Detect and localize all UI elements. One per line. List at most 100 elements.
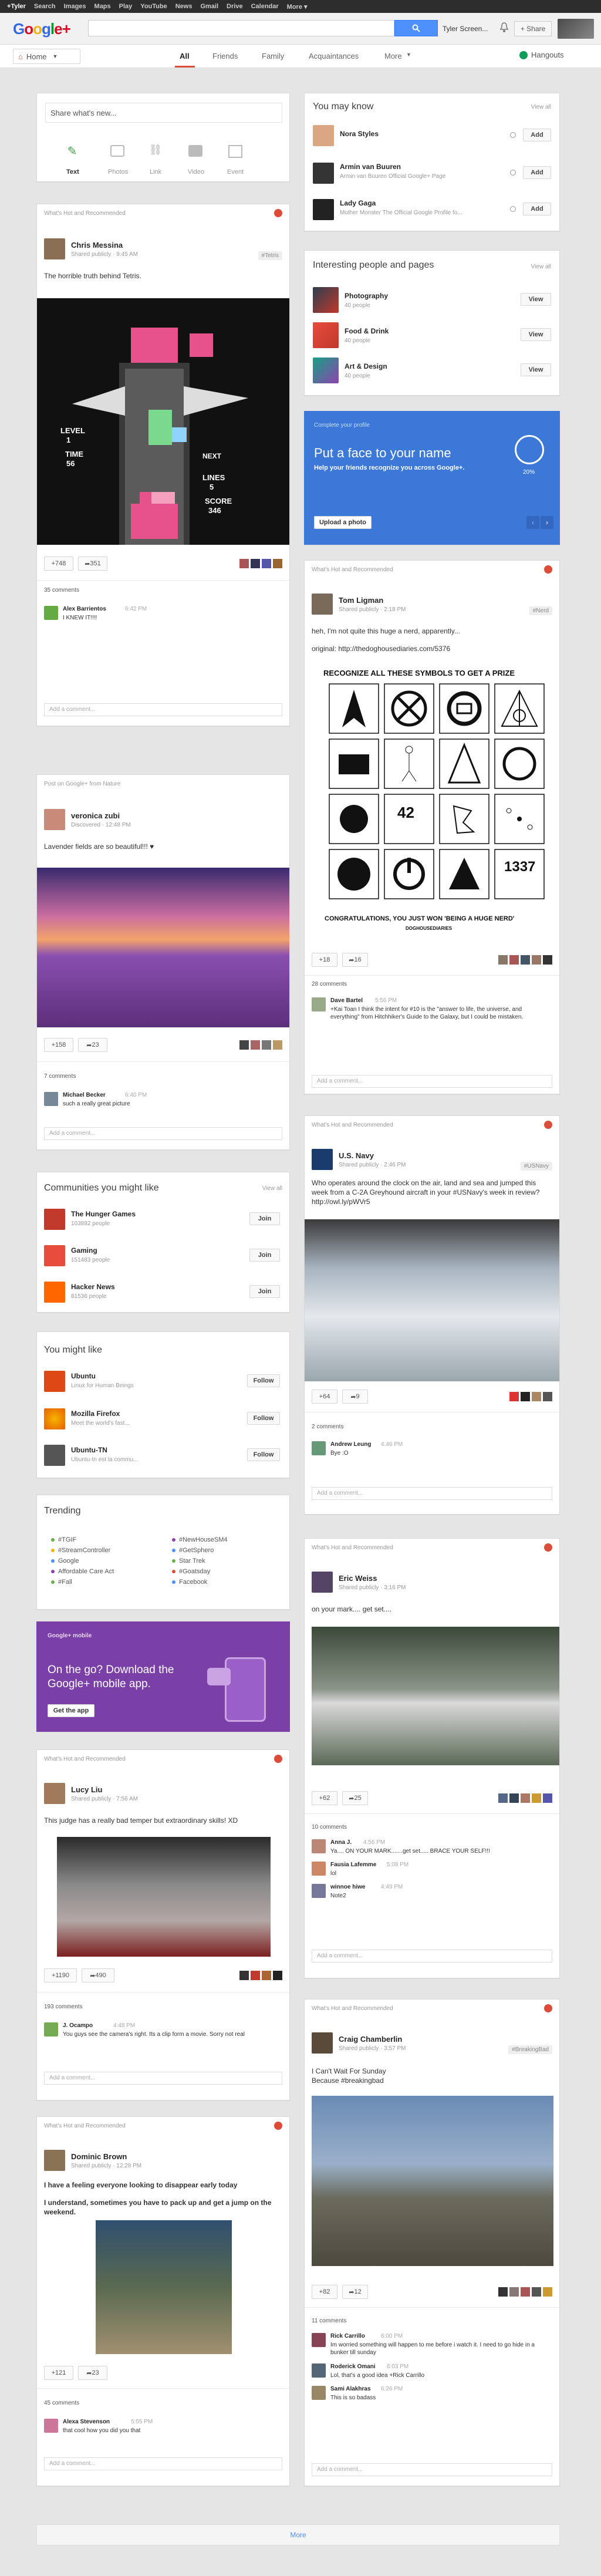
- comment-count[interactable]: 10 comments: [312, 1824, 347, 1830]
- pencil-icon[interactable]: ✎: [65, 144, 79, 158]
- avatar[interactable]: [312, 997, 326, 1011]
- tetris-image[interactable]: LEVEL 1 TIME 56 NEXT LINES 5 SCORE 346: [37, 298, 289, 545]
- reshare-button[interactable]: ➦ 16: [342, 953, 368, 967]
- view-button[interactable]: View: [521, 363, 551, 376]
- join-button[interactable]: Join: [249, 1249, 280, 1262]
- avatar[interactable]: [312, 594, 333, 615]
- hashtag[interactable]: #Tetris: [258, 251, 282, 260]
- search-button[interactable]: [394, 20, 438, 36]
- comment-count[interactable]: 2 comments: [312, 1424, 343, 1430]
- author-name[interactable]: Chris Messina: [71, 241, 123, 249]
- hangouts-button[interactable]: Hangouts: [519, 50, 564, 59]
- avatar[interactable]: [312, 2032, 333, 2054]
- avatar[interactable]: [313, 125, 334, 146]
- add-to-circles-button[interactable]: Add: [523, 203, 551, 215]
- hurdle-race-image[interactable]: [312, 1627, 559, 1765]
- trending-topic[interactable]: #NewHouseSM4: [172, 1536, 228, 1543]
- reshare-button[interactable]: ➦ 12: [342, 2285, 368, 2299]
- avatar[interactable]: [44, 1092, 58, 1106]
- share-action-event[interactable]: Event: [227, 168, 244, 176]
- avatar[interactable]: [44, 2150, 65, 2171]
- video-icon[interactable]: [188, 145, 202, 157]
- plus-one-button[interactable]: +82: [312, 2285, 337, 2299]
- dismiss-icon[interactable]: [510, 170, 516, 176]
- follow-button[interactable]: Follow: [247, 1448, 280, 1461]
- community-avatar[interactable]: [44, 1282, 65, 1303]
- comment-count[interactable]: 11 comments: [312, 2318, 346, 2324]
- author-name[interactable]: Eric Weiss: [339, 1574, 377, 1583]
- comment-count[interactable]: 7 comments: [44, 1073, 76, 1080]
- topbar-link-tyler[interactable]: +Tyler: [7, 3, 26, 10]
- tab-friends[interactable]: Friends: [212, 52, 238, 60]
- avatar[interactable]: [312, 2333, 326, 2347]
- plus-one-button[interactable]: +62: [312, 1791, 337, 1805]
- avatar[interactable]: [44, 2022, 58, 2036]
- get-the-app-button[interactable]: Get the app: [48, 1704, 94, 1717]
- trending-topic[interactable]: Affordable Care Act: [51, 1568, 114, 1575]
- person-name[interactable]: Lady Gaga: [340, 199, 376, 207]
- reshare-button[interactable]: ➦ 490: [82, 1968, 114, 1982]
- dismiss-icon[interactable]: [510, 206, 516, 212]
- avatar[interactable]: [312, 1572, 333, 1593]
- join-button[interactable]: Join: [249, 1285, 280, 1298]
- comment-count[interactable]: 35 comments: [44, 587, 79, 594]
- comment-count[interactable]: 28 comments: [312, 981, 347, 987]
- community-avatar[interactable]: [44, 1209, 65, 1230]
- page-name[interactable]: Ubuntu-TN: [71, 1446, 107, 1454]
- add-comment-input[interactable]: Add a comment...: [312, 1487, 552, 1500]
- topbar-link-calendar[interactable]: Calendar: [251, 3, 279, 10]
- trending-topic[interactable]: #StreamController: [51, 1547, 110, 1554]
- prev-icon[interactable]: ‹: [526, 516, 539, 529]
- avatar[interactable]: [44, 238, 65, 259]
- next-icon[interactable]: ›: [541, 516, 553, 529]
- commenter-name[interactable]: Fausia Lafemme: [330, 1862, 376, 1868]
- view-all-link[interactable]: View all: [531, 264, 551, 270]
- author-name[interactable]: Dominic Brown: [71, 2152, 127, 2161]
- post-link[interactable]: original: http://thedoghousediaries.com/…: [312, 644, 450, 653]
- plus-one-button[interactable]: +121: [44, 2366, 73, 2380]
- topbar-link-more[interactable]: More ▾: [287, 3, 308, 11]
- share-button[interactable]: + Share: [514, 21, 552, 36]
- commenter-name[interactable]: winnoe hiwe: [330, 1884, 365, 1890]
- page-name[interactable]: Mozilla Firefox: [71, 1410, 120, 1418]
- avatar[interactable]: [312, 1862, 326, 1876]
- person-name[interactable]: Armin van Buuren: [340, 163, 401, 171]
- notification-bell-icon[interactable]: [500, 22, 508, 33]
- author-name[interactable]: Craig Chamberlin: [339, 2035, 402, 2044]
- user-avatar[interactable]: [558, 19, 594, 39]
- user-name[interactable]: Tyler Screen...: [443, 25, 488, 33]
- collection-avatar[interactable]: [313, 322, 339, 348]
- view-button[interactable]: View: [521, 293, 551, 306]
- reshare-button[interactable]: ➦ 23: [78, 2366, 107, 2380]
- trending-topic[interactable]: Star Trek: [172, 1557, 205, 1565]
- avatar[interactable]: [312, 1441, 326, 1455]
- add-comment-input[interactable]: Add a comment...: [312, 1950, 552, 1963]
- avatar[interactable]: [312, 2386, 326, 2400]
- collection-name[interactable]: Art & Design: [345, 362, 387, 370]
- reshare-button[interactable]: ➦ 351: [78, 557, 107, 571]
- commenter-name[interactable]: Sami Alakhras: [330, 2386, 371, 2392]
- topbar-link-images[interactable]: Images: [64, 3, 86, 10]
- view-button[interactable]: View: [521, 328, 551, 341]
- tab-family[interactable]: Family: [262, 52, 284, 60]
- martial-arts-image[interactable]: [57, 1837, 271, 1957]
- commenter-name[interactable]: J. Ocampo: [63, 2022, 93, 2029]
- office-gif-image[interactable]: [96, 2220, 232, 2354]
- collection-name[interactable]: Food & Drink: [345, 327, 389, 335]
- plus-one-button[interactable]: +1190: [44, 1968, 77, 1982]
- reshare-button[interactable]: ➦ 9: [342, 1390, 368, 1404]
- topbar-link-gmail[interactable]: Gmail: [200, 3, 218, 10]
- author-name[interactable]: Tom Ligman: [339, 596, 383, 605]
- share-action-text[interactable]: Text: [66, 168, 79, 176]
- reshare-button[interactable]: ➦ 25: [342, 1791, 368, 1805]
- follow-button[interactable]: Follow: [247, 1412, 280, 1425]
- author-name[interactable]: veronica zubi: [71, 811, 120, 820]
- add-comment-input[interactable]: Add a comment...: [312, 2463, 552, 2476]
- home-dropdown[interactable]: ⌂ Home ▼: [13, 49, 80, 64]
- person-name[interactable]: Nora Styles: [340, 130, 379, 138]
- avatar[interactable]: [44, 1783, 65, 1804]
- collection-avatar[interactable]: [313, 287, 339, 313]
- topbar-link-search[interactable]: Search: [34, 3, 56, 10]
- comment-count[interactable]: 45 comments: [44, 2400, 79, 2406]
- avatar[interactable]: [44, 809, 65, 830]
